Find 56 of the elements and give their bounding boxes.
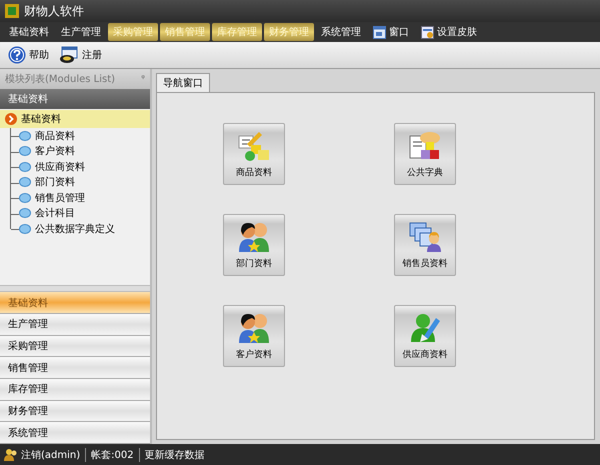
chevron-icon [5, 113, 17, 125]
status-text: 帐套:002 [91, 448, 134, 462]
tab[interactable]: 导航窗口 [156, 73, 210, 92]
item-icon [19, 224, 31, 234]
tree-item[interactable]: 商品资料 [35, 128, 75, 143]
status-text: 更新缓存数据 [144, 448, 205, 462]
splitter-handle[interactable] [0, 285, 150, 292]
menu-item[interactable]: 生产管理 [56, 23, 106, 41]
menu-item[interactable]: 基础资料 [4, 23, 54, 41]
tree-item[interactable]: 销售员管理 [35, 190, 85, 205]
item-icon [19, 192, 31, 203]
tree-item[interactable]: 供应商资料 [35, 160, 85, 174]
module-button[interactable]: 库存管理 [0, 378, 150, 401]
module-tile[interactable]: 供应商资料 [394, 305, 456, 367]
menu-item[interactable]: 设置皮肤 [416, 23, 482, 41]
module-button[interactable]: 系统管理 [0, 422, 150, 444]
people-icon [237, 220, 271, 252]
tree-item[interactable]: 基础资料 [0, 110, 150, 128]
status-text[interactable]: 注销(admin) [21, 448, 80, 462]
group-header: 基础资料 [0, 89, 150, 109]
tree-item[interactable]: 公共数据字典定义 [35, 222, 115, 236]
document-cubes-icon [408, 130, 442, 162]
item-icon [19, 146, 31, 156]
toolbar-button[interactable]: 注册 [57, 45, 104, 65]
module-button[interactable]: 基础资料 [0, 292, 150, 314]
window-icon [373, 26, 386, 38]
toolbar-button[interactable]: 帮助 [6, 45, 51, 65]
item-icon [19, 130, 31, 141]
module-tile[interactable]: 销售员资料 [394, 214, 456, 276]
person-pen-icon [408, 312, 442, 344]
folders-person-icon [408, 220, 442, 252]
tree-item[interactable]: 部门资料 [35, 175, 75, 190]
module-tile[interactable]: 商品资料 [223, 123, 285, 185]
goods-icon [237, 130, 271, 162]
module-button[interactable]: 销售管理 [0, 357, 150, 379]
users-icon [4, 448, 18, 461]
menu-item[interactable]: 系统管理 [316, 23, 366, 41]
item-icon [19, 208, 31, 218]
menu-item[interactable]: 窗口 [368, 23, 414, 41]
module-button[interactable]: 生产管理 [0, 314, 150, 336]
panel-title: 模块列表(Modules List) [5, 72, 116, 86]
people-icon [237, 312, 271, 344]
help-icon [8, 46, 26, 64]
register-icon [59, 46, 79, 64]
tree-item[interactable]: 会计科目 [35, 206, 75, 220]
module-tile[interactable]: 部门资料 [223, 214, 285, 276]
palette-icon [421, 26, 434, 38]
module-button[interactable]: 采购管理 [0, 336, 150, 358]
tree-item[interactable]: 客户资料 [35, 144, 75, 158]
module-tile[interactable]: 客户资料 [223, 305, 285, 367]
module-button[interactable]: 财务管理 [0, 400, 150, 422]
item-icon [19, 177, 31, 188]
item-icon [19, 162, 31, 172]
app-icon [5, 4, 19, 18]
module-tile[interactable]: 公共字典 [394, 123, 456, 185]
window-title: 财物人软件 [24, 2, 84, 20]
